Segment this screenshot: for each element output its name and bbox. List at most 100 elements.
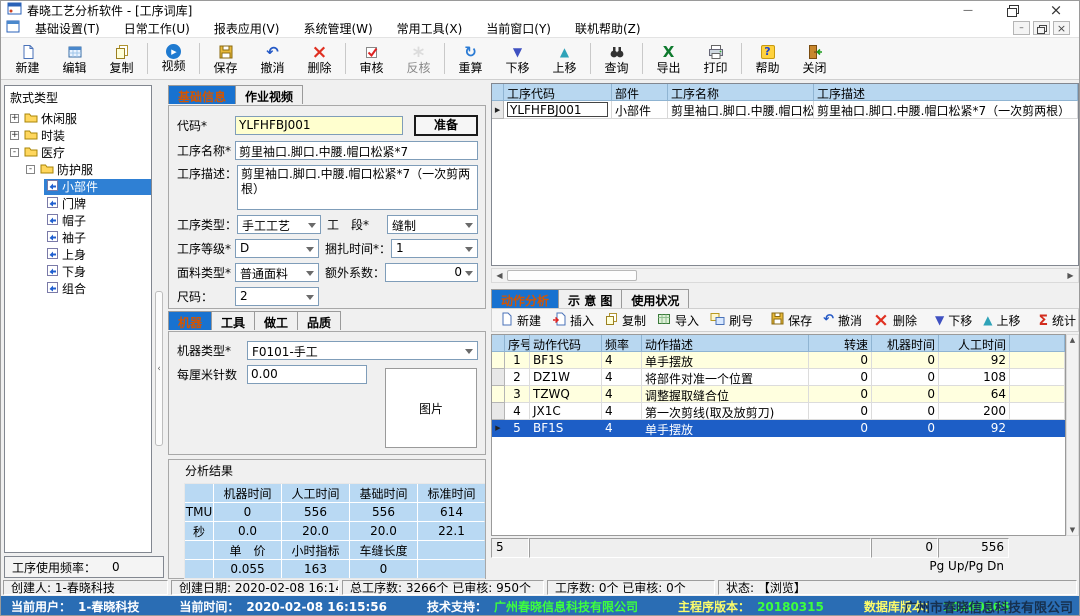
close-window-button[interactable]: 关闭 bbox=[791, 39, 838, 78]
part-cell[interactable]: 小部件 bbox=[612, 101, 668, 119]
tab-diagram[interactable]: 示 意 图 bbox=[559, 289, 622, 308]
splitter-collapse-handle[interactable] bbox=[155, 291, 163, 446]
action-statistics-button[interactable]: 统计 bbox=[1033, 311, 1080, 330]
size-select[interactable]: 2 bbox=[235, 287, 319, 306]
tree-item-protective[interactable]: -防护服 bbox=[8, 161, 151, 178]
process-desc-cell[interactable]: 剪里袖口.脚口.中腰.帽口松紧*7（一次剪两根） bbox=[814, 101, 1078, 119]
action-move-up-button[interactable]: 上移 bbox=[978, 311, 1025, 330]
query-button[interactable]: 查询 bbox=[593, 39, 640, 78]
mdi-minimize-icon[interactable] bbox=[1013, 21, 1030, 35]
stage-select[interactable]: 缝制 bbox=[387, 215, 478, 234]
tab-work-video[interactable]: 作业视频 bbox=[236, 85, 303, 104]
tree-item-medical[interactable]: -医疗 bbox=[8, 144, 151, 161]
action-row[interactable]: 3 TZWQ 4 调整握取缝合位 0 0 64 bbox=[492, 386, 1065, 403]
col-labor-time[interactable]: 人工时间 bbox=[939, 335, 1010, 352]
menu-daily-work[interactable]: 日常工作(U) bbox=[115, 19, 199, 38]
col-machine-time[interactable]: 机器时间 bbox=[872, 335, 939, 352]
tree-item-fashion[interactable]: +时装 bbox=[8, 127, 151, 144]
process-desc-input[interactable]: 剪里袖口.脚口.中腰.帽口松紧*7（一次剪两根） bbox=[237, 165, 478, 210]
mdi-close-icon[interactable] bbox=[1053, 21, 1070, 35]
tab-tool[interactable]: 工具 bbox=[212, 311, 255, 330]
col-process-name[interactable]: 工序名称 bbox=[668, 84, 814, 101]
tree-item-lower-body[interactable]: 下身 bbox=[8, 263, 151, 280]
col-action-desc[interactable]: 动作描述 bbox=[642, 335, 809, 352]
help-button[interactable]: 帮助 bbox=[744, 39, 791, 78]
tab-quality[interactable]: 品质 bbox=[298, 311, 341, 330]
recalculate-button[interactable]: 重算 bbox=[447, 39, 494, 78]
menu-reports[interactable]: 报表应用(V) bbox=[205, 19, 289, 38]
action-row-selected[interactable]: 5 BF1S 4 单手摆放 0 0 92 bbox=[492, 420, 1065, 437]
tree-item-upper-body[interactable]: 上身 bbox=[8, 246, 151, 263]
save-button[interactable]: 保存 bbox=[202, 39, 249, 78]
grade-select[interactable]: D bbox=[235, 239, 319, 258]
print-button[interactable]: 打印 bbox=[692, 39, 739, 78]
audit-button[interactable]: 审核 bbox=[348, 39, 395, 78]
action-save-button[interactable]: 保存 bbox=[766, 311, 817, 330]
menu-help[interactable]: 联机帮助(Z) bbox=[566, 19, 650, 38]
tab-machine[interactable]: 机器 bbox=[168, 311, 212, 330]
close-icon[interactable] bbox=[1049, 3, 1063, 17]
restore-icon[interactable] bbox=[1005, 3, 1019, 17]
delete-button[interactable]: 删除 bbox=[296, 39, 343, 78]
scroll-right-icon[interactable]: ▶ bbox=[1063, 269, 1078, 282]
code-input[interactable]: YLFHFBJ001 bbox=[235, 116, 403, 135]
export-button[interactable]: 导出 bbox=[645, 39, 692, 78]
process-name-cell[interactable]: 剪里袖口.脚口.中腰.帽口松紧*7 bbox=[668, 101, 814, 119]
action-move-down-button[interactable]: 下移 bbox=[930, 311, 977, 330]
tab-workmanship[interactable]: 做工 bbox=[255, 311, 298, 330]
action-insert-button[interactable]: 插入 bbox=[547, 311, 599, 330]
tree-item-sleeve[interactable]: 袖子 bbox=[8, 229, 151, 246]
menu-basic-settings[interactable]: 基础设置(T) bbox=[26, 19, 109, 38]
ready-button[interactable]: 准备 bbox=[414, 115, 478, 136]
new-button[interactable]: 新建 bbox=[4, 39, 51, 78]
scroll-up-icon[interactable]: ▲ bbox=[1070, 336, 1075, 344]
action-undo-button[interactable]: 撤消 bbox=[818, 311, 867, 330]
action-row[interactable]: 4 JX1C 4 第一次剪线(取及放剪刀) 0 0 200 bbox=[492, 403, 1065, 420]
action-copy-button[interactable]: 复制 bbox=[600, 311, 651, 330]
menu-system[interactable]: 系统管理(W) bbox=[294, 19, 381, 38]
col-action-code[interactable]: 动作代码 bbox=[530, 335, 602, 352]
process-code-cell[interactable]: YLFHFBJ001 bbox=[507, 102, 608, 117]
move-down-button[interactable]: 下移 bbox=[494, 39, 541, 78]
tab-action-analysis[interactable]: 动作分析 bbox=[491, 289, 559, 308]
tree-item-hat[interactable]: 帽子 bbox=[8, 212, 151, 229]
tree-item-casual[interactable]: +休闲服 bbox=[8, 110, 151, 127]
expander-icon[interactable]: - bbox=[26, 165, 35, 174]
expander-icon[interactable]: + bbox=[10, 131, 19, 140]
action-new-button[interactable]: 新建 bbox=[495, 311, 546, 330]
action-renumber-button[interactable]: 刷号 bbox=[705, 311, 758, 330]
tab-usage-status[interactable]: 使用状况 bbox=[622, 289, 689, 308]
expander-icon[interactable]: + bbox=[10, 114, 19, 123]
menu-current-window[interactable]: 当前窗口(Y) bbox=[477, 19, 560, 38]
machine-type-select[interactable]: F0101-手工 bbox=[247, 341, 478, 360]
expander-icon[interactable]: - bbox=[10, 148, 19, 157]
edit-button[interactable]: 编辑 bbox=[51, 39, 98, 78]
menu-tools[interactable]: 常用工具(X) bbox=[388, 19, 472, 38]
minimize-icon[interactable] bbox=[961, 3, 975, 17]
extra-factor-select[interactable]: 0 bbox=[385, 263, 478, 282]
undo-button[interactable]: 撤消 bbox=[249, 39, 296, 78]
mdi-restore-icon[interactable] bbox=[1033, 21, 1050, 35]
bundle-time-select[interactable]: 1 bbox=[391, 239, 478, 258]
move-up-button[interactable]: 上移 bbox=[541, 39, 588, 78]
action-delete-button[interactable]: 删除 bbox=[868, 311, 922, 330]
col-process-code[interactable]: 工序代码 bbox=[504, 84, 612, 101]
col-process-desc[interactable]: 工序描述 bbox=[814, 84, 1078, 101]
scroll-left-icon[interactable]: ◀ bbox=[492, 269, 507, 282]
tree-item-door-tag[interactable]: 门牌 bbox=[8, 195, 151, 212]
action-table-vscrollbar[interactable]: ▲▼ bbox=[1066, 334, 1079, 536]
col-seq[interactable]: 序号 bbox=[505, 335, 530, 352]
copy-button[interactable]: 复制 bbox=[98, 39, 145, 78]
process-row[interactable]: YLFHFBJ001 小部件 剪里袖口.脚口.中腰.帽口松紧*7 剪里袖口.脚口… bbox=[492, 101, 1078, 119]
action-import-button[interactable]: 导入 bbox=[652, 311, 704, 330]
tree-item-combination[interactable]: 组合 bbox=[8, 280, 151, 297]
video-button[interactable]: 视频 bbox=[150, 39, 197, 78]
col-frequency[interactable]: 频率 bbox=[602, 335, 642, 352]
action-row[interactable]: 1 BF1S 4 单手摆放 0 0 92 bbox=[492, 352, 1065, 369]
stitch-density-input[interactable]: 0.00 bbox=[247, 365, 367, 384]
scrollbar-thumb[interactable] bbox=[507, 270, 637, 281]
process-list-hscrollbar[interactable]: ◀ ▶ bbox=[491, 268, 1079, 283]
tree-item-small-parts[interactable]: 小部件 bbox=[8, 178, 151, 195]
process-type-select[interactable]: 手工工艺 bbox=[237, 215, 321, 234]
scroll-down-icon[interactable]: ▼ bbox=[1070, 526, 1075, 534]
